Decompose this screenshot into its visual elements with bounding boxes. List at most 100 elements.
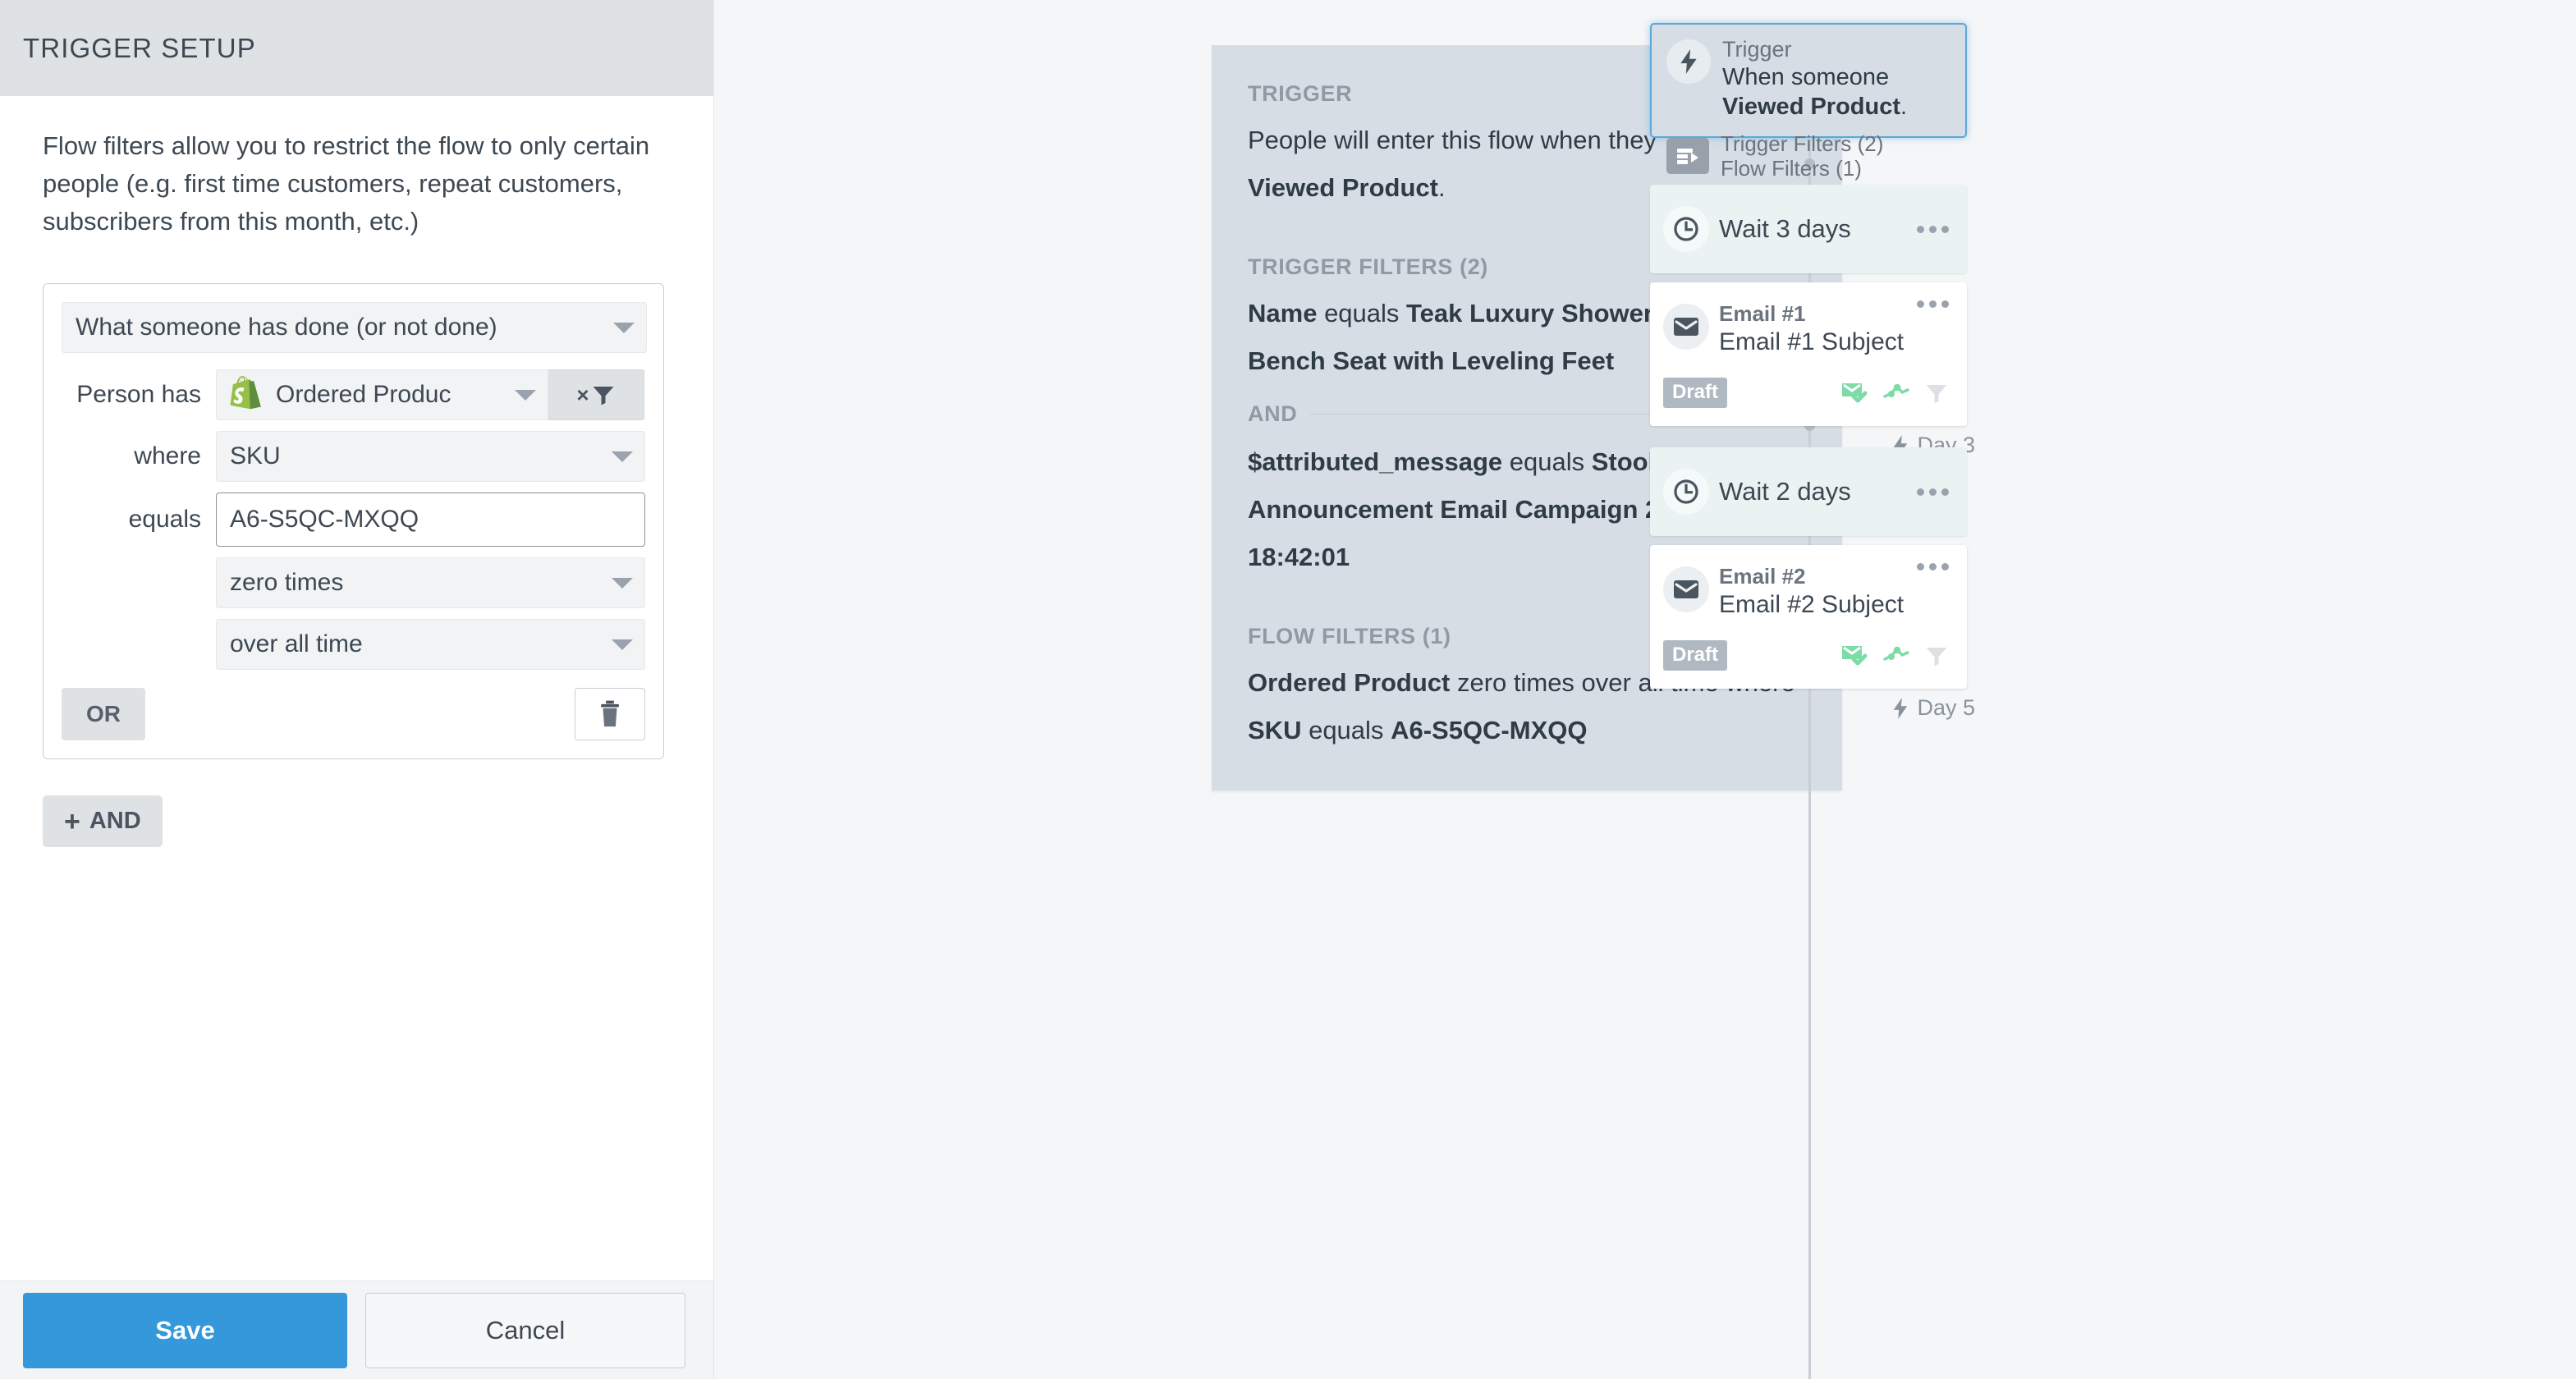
email-2-day-text: Day 5 xyxy=(1917,695,1975,720)
flow-filters-icon xyxy=(1666,138,1709,174)
more-options-icon[interactable] xyxy=(1917,488,1949,496)
more-options-icon[interactable] xyxy=(1917,300,1949,308)
email-1-subject: Email #1 Subject xyxy=(1719,328,1904,355)
filter-icon[interactable] xyxy=(1924,381,1949,405)
email-1-name: Email #1 xyxy=(1719,301,1806,326)
filter-2-operator: equals xyxy=(1509,447,1585,476)
page-title: TRIGGER SETUP xyxy=(23,32,256,63)
add-and-condition-button[interactable]: + AND xyxy=(43,795,163,847)
lightning-bolt-icon xyxy=(1894,697,1908,719)
email-1-header: Email #1 Email #1 Subject xyxy=(1663,300,1949,358)
where-field-select[interactable]: SKU xyxy=(216,431,645,482)
more-options-icon[interactable] xyxy=(1917,563,1949,570)
chevron-down-icon xyxy=(612,639,633,650)
chevron-down-icon xyxy=(612,451,633,462)
flow-step-wait-1[interactable]: Wait 3 days xyxy=(1650,185,1967,273)
equals-row: equals xyxy=(62,492,645,547)
email-2-name: Email #2 xyxy=(1719,564,1806,589)
trigger-body-prefix: When someone xyxy=(1722,64,1890,90)
person-has-label: Person has xyxy=(76,381,201,408)
flow-filter-operator: equals xyxy=(1309,716,1384,744)
flow-step-wait-2[interactable]: Wait 2 days xyxy=(1650,447,1967,536)
flow-step-email-2[interactable]: Email #2 Email #2 Subject Draft xyxy=(1650,545,1967,689)
panel-description: Flow filters allow you to restrict the f… xyxy=(43,131,650,236)
condition-type-select[interactable]: What someone has done (or not done) xyxy=(62,302,647,353)
panel-header: TRIGGER SETUP xyxy=(0,0,713,96)
panel-body: Flow filters allow you to restrict the f… xyxy=(0,96,713,1280)
smart-sending-icon[interactable] xyxy=(1840,644,1868,668)
flow-filter-value: A6-S5QC-MXQQ xyxy=(1391,716,1588,744)
filter-icon[interactable] xyxy=(1924,644,1949,668)
trigger-card-main: Trigger When someone Viewed Product. xyxy=(1666,36,1950,121)
email-2-footer: Draft xyxy=(1663,640,1949,671)
trigger-card-title: Trigger xyxy=(1722,37,1792,62)
email-1-icon-group xyxy=(1840,381,1949,405)
lightning-bolt-icon xyxy=(1666,39,1711,84)
email-2-day-label: Day 5 xyxy=(1891,695,1975,721)
status-badge: Draft xyxy=(1663,378,1728,408)
filter-1-field: Name xyxy=(1248,299,1318,328)
or-button[interactable]: OR xyxy=(62,688,145,740)
chevron-down-icon xyxy=(613,322,635,333)
envelope-icon xyxy=(1663,304,1709,350)
delete-filter-button[interactable] xyxy=(575,688,645,740)
email-2-icon-group xyxy=(1840,644,1949,668)
frequency-row: zero times xyxy=(62,557,645,608)
status-badge: Draft xyxy=(1663,640,1728,671)
and-button-label: AND xyxy=(89,808,141,834)
plus-icon: + xyxy=(64,805,80,837)
email-2-subject: Email #2 Subject xyxy=(1719,591,1904,618)
split-path-icon[interactable] xyxy=(1882,381,1910,405)
trigger-filters-count: Trigger Filters (2) xyxy=(1721,131,1884,156)
clock-icon xyxy=(1663,206,1709,252)
person-has-row: Person has Ordered Produc × xyxy=(62,369,645,420)
flow-builder-screen: TRIGGER SETUP Flow filters allow you to … xyxy=(0,0,2576,1379)
summary-trigger-line1: People will enter this flow when they xyxy=(1248,126,1657,154)
email-2-text: Email #2 Email #2 Subject xyxy=(1719,563,1917,621)
filter-card-footer: OR xyxy=(62,688,645,740)
and-divider-label: AND xyxy=(1248,401,1298,426)
equals-label: equals xyxy=(128,506,201,533)
cancel-button[interactable]: Cancel xyxy=(365,1292,685,1368)
trigger-body-suffix: . xyxy=(1900,94,1908,120)
envelope-glyph xyxy=(1674,318,1698,336)
metric-select[interactable]: Ordered Produc xyxy=(216,369,548,420)
more-options-icon[interactable] xyxy=(1917,225,1949,233)
wait-2-label: Wait 2 days xyxy=(1719,477,1851,506)
filter-2-field: $attributed_message xyxy=(1248,447,1503,476)
filter-1-operator: equals xyxy=(1324,299,1400,328)
where-row: where SKU xyxy=(62,431,645,482)
where-label: where xyxy=(134,442,201,470)
envelope-icon xyxy=(1663,566,1709,612)
chevron-down-icon xyxy=(515,389,536,401)
shopify-icon xyxy=(230,376,261,410)
flow-steps-column: Trigger When someone Viewed Product. Tri… xyxy=(1650,0,1978,1379)
timeframe-value: over all time xyxy=(230,630,363,657)
wait-1-label: Wait 3 days xyxy=(1719,214,1851,243)
filters-glyph xyxy=(1677,149,1698,164)
flow-trigger-card[interactable]: Trigger When someone Viewed Product. Tri… xyxy=(1650,23,1967,181)
trigger-card-text: Trigger When someone Viewed Product. xyxy=(1722,36,1950,121)
flow-canvas: TRIGGER People will enter this flow when… xyxy=(714,0,2576,1379)
bolt-glyph xyxy=(1680,49,1697,74)
save-button[interactable]: Save xyxy=(23,1292,347,1368)
timeframe-select[interactable]: over all time xyxy=(216,619,645,670)
clock-icon xyxy=(1663,469,1709,515)
split-path-icon[interactable] xyxy=(1882,644,1910,668)
metric-value: Ordered Produc xyxy=(276,381,451,408)
trigger-card-filter-counts: Trigger Filters (2) Flow Filters (1) xyxy=(1721,131,1883,181)
frequency-value: zero times xyxy=(230,569,344,596)
equals-value-input[interactable] xyxy=(216,492,645,547)
email-2-header: Email #2 Email #2 Subject xyxy=(1663,563,1949,621)
frequency-select[interactable]: zero times xyxy=(216,557,645,608)
summary-trigger-period: . xyxy=(1438,173,1446,202)
smart-sending-icon[interactable] xyxy=(1840,381,1868,405)
trash-icon xyxy=(601,700,619,727)
clear-filter-button[interactable]: × xyxy=(548,369,644,420)
flow-step-email-1[interactable]: Email #1 Email #1 Subject Draft xyxy=(1650,282,1967,426)
email-1-footer: Draft xyxy=(1663,378,1949,408)
close-icon: × xyxy=(576,383,589,407)
condition-type-value: What someone has done (or not done) xyxy=(76,314,497,341)
trigger-card-body: When someone Viewed Product. xyxy=(1722,62,1950,121)
trigger-setup-panel: TRIGGER SETUP Flow filters allow you to … xyxy=(0,0,714,1379)
